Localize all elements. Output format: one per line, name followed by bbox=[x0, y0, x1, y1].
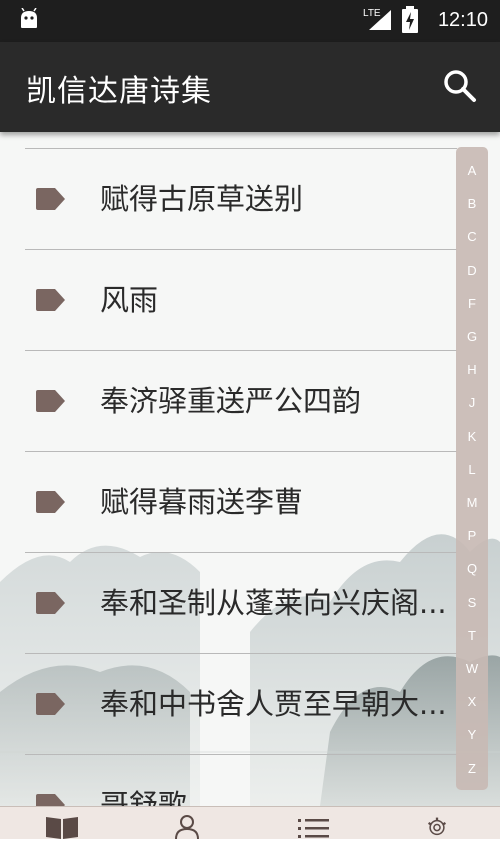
list-item[interactable]: 风雨 bbox=[25, 249, 457, 350]
nav-book-button[interactable] bbox=[44, 813, 84, 839]
index-letter[interactable]: L bbox=[456, 462, 488, 477]
index-letter[interactable]: J bbox=[456, 395, 488, 410]
index-letter[interactable]: G bbox=[456, 329, 488, 344]
index-letter[interactable]: M bbox=[456, 495, 488, 510]
index-letter[interactable]: A bbox=[456, 163, 488, 178]
nav-settings-button[interactable] bbox=[420, 813, 460, 839]
gear-icon bbox=[427, 817, 447, 836]
index-letter[interactable]: S bbox=[456, 595, 488, 610]
bottom-navigation bbox=[0, 806, 500, 840]
list-item[interactable]: 奉和圣制从蓬莱向兴庆阁... bbox=[25, 552, 457, 653]
list-item[interactable]: 赋得古原草送别 bbox=[25, 148, 457, 249]
tag-icon bbox=[36, 592, 65, 614]
index-letter[interactable]: C bbox=[456, 229, 488, 244]
list-item[interactable]: 赋得暮雨送李曹 bbox=[25, 451, 457, 552]
index-letter[interactable]: Y bbox=[456, 727, 488, 742]
index-letter[interactable]: T bbox=[456, 628, 488, 643]
status-time: 12:10 bbox=[437, 9, 488, 31]
android-icon bbox=[21, 8, 37, 28]
tag-icon bbox=[36, 289, 65, 311]
index-letter[interactable]: W bbox=[456, 661, 488, 676]
poem-title: 奉和中书舍人贾至早朝大... bbox=[100, 687, 447, 721]
list-item[interactable]: 奉济驿重送严公四韵 bbox=[25, 350, 457, 451]
poem-list: 赋得古原草送别 风雨 奉济驿重送严公四韵 赋得暮雨送李曹 奉和圣制从蓬莱向兴庆阁… bbox=[25, 148, 457, 806]
tag-icon bbox=[36, 693, 65, 715]
tag-icon bbox=[36, 390, 65, 412]
index-letter[interactable]: D bbox=[456, 263, 488, 278]
person-icon bbox=[175, 815, 199, 840]
index-letter[interactable]: H bbox=[456, 362, 488, 377]
nav-list-button[interactable] bbox=[296, 813, 336, 839]
index-letter[interactable]: X bbox=[456, 694, 488, 709]
index-letter[interactable]: P bbox=[456, 528, 488, 543]
alphabet-index-bar[interactable]: A B C D F G H J K L M P Q S T W X Y Z bbox=[456, 147, 488, 790]
poem-title: 赋得古原草送别 bbox=[100, 182, 304, 216]
poem-title: 奉和圣制从蓬莱向兴庆阁... bbox=[100, 586, 447, 620]
list-item[interactable]: 哥舒歌 bbox=[25, 754, 457, 806]
tag-icon bbox=[36, 188, 65, 210]
poem-title: 风雨 bbox=[100, 283, 159, 317]
search-button[interactable] bbox=[440, 66, 480, 106]
book-icon bbox=[46, 817, 78, 839]
nav-person-button[interactable] bbox=[172, 813, 212, 840]
index-letter[interactable]: K bbox=[456, 429, 488, 444]
index-letter[interactable]: Z bbox=[456, 761, 488, 776]
app-bar: 凯信达唐诗集 bbox=[0, 42, 500, 132]
battery-charging-icon bbox=[402, 6, 418, 33]
list-icon bbox=[298, 819, 329, 838]
search-icon bbox=[444, 70, 476, 102]
index-letter[interactable]: F bbox=[456, 296, 488, 311]
tag-icon bbox=[36, 794, 65, 806]
tag-icon bbox=[36, 491, 65, 513]
poem-title: 哥舒歌 bbox=[100, 788, 188, 806]
poem-list-area: 赋得古原草送别 风雨 奉济驿重送严公四韵 赋得暮雨送李曹 奉和圣制从蓬莱向兴庆阁… bbox=[0, 132, 500, 806]
signal-icon bbox=[369, 10, 391, 30]
poem-title: 奉济驿重送严公四韵 bbox=[100, 384, 362, 418]
poem-title: 赋得暮雨送李曹 bbox=[100, 485, 304, 519]
status-bar: LTE 12:10 bbox=[0, 0, 500, 42]
app-title: 凯信达唐诗集 bbox=[26, 74, 212, 109]
index-letter[interactable]: B bbox=[456, 196, 488, 211]
index-letter[interactable]: Q bbox=[456, 561, 488, 576]
list-item[interactable]: 奉和中书舍人贾至早朝大... bbox=[25, 653, 457, 754]
